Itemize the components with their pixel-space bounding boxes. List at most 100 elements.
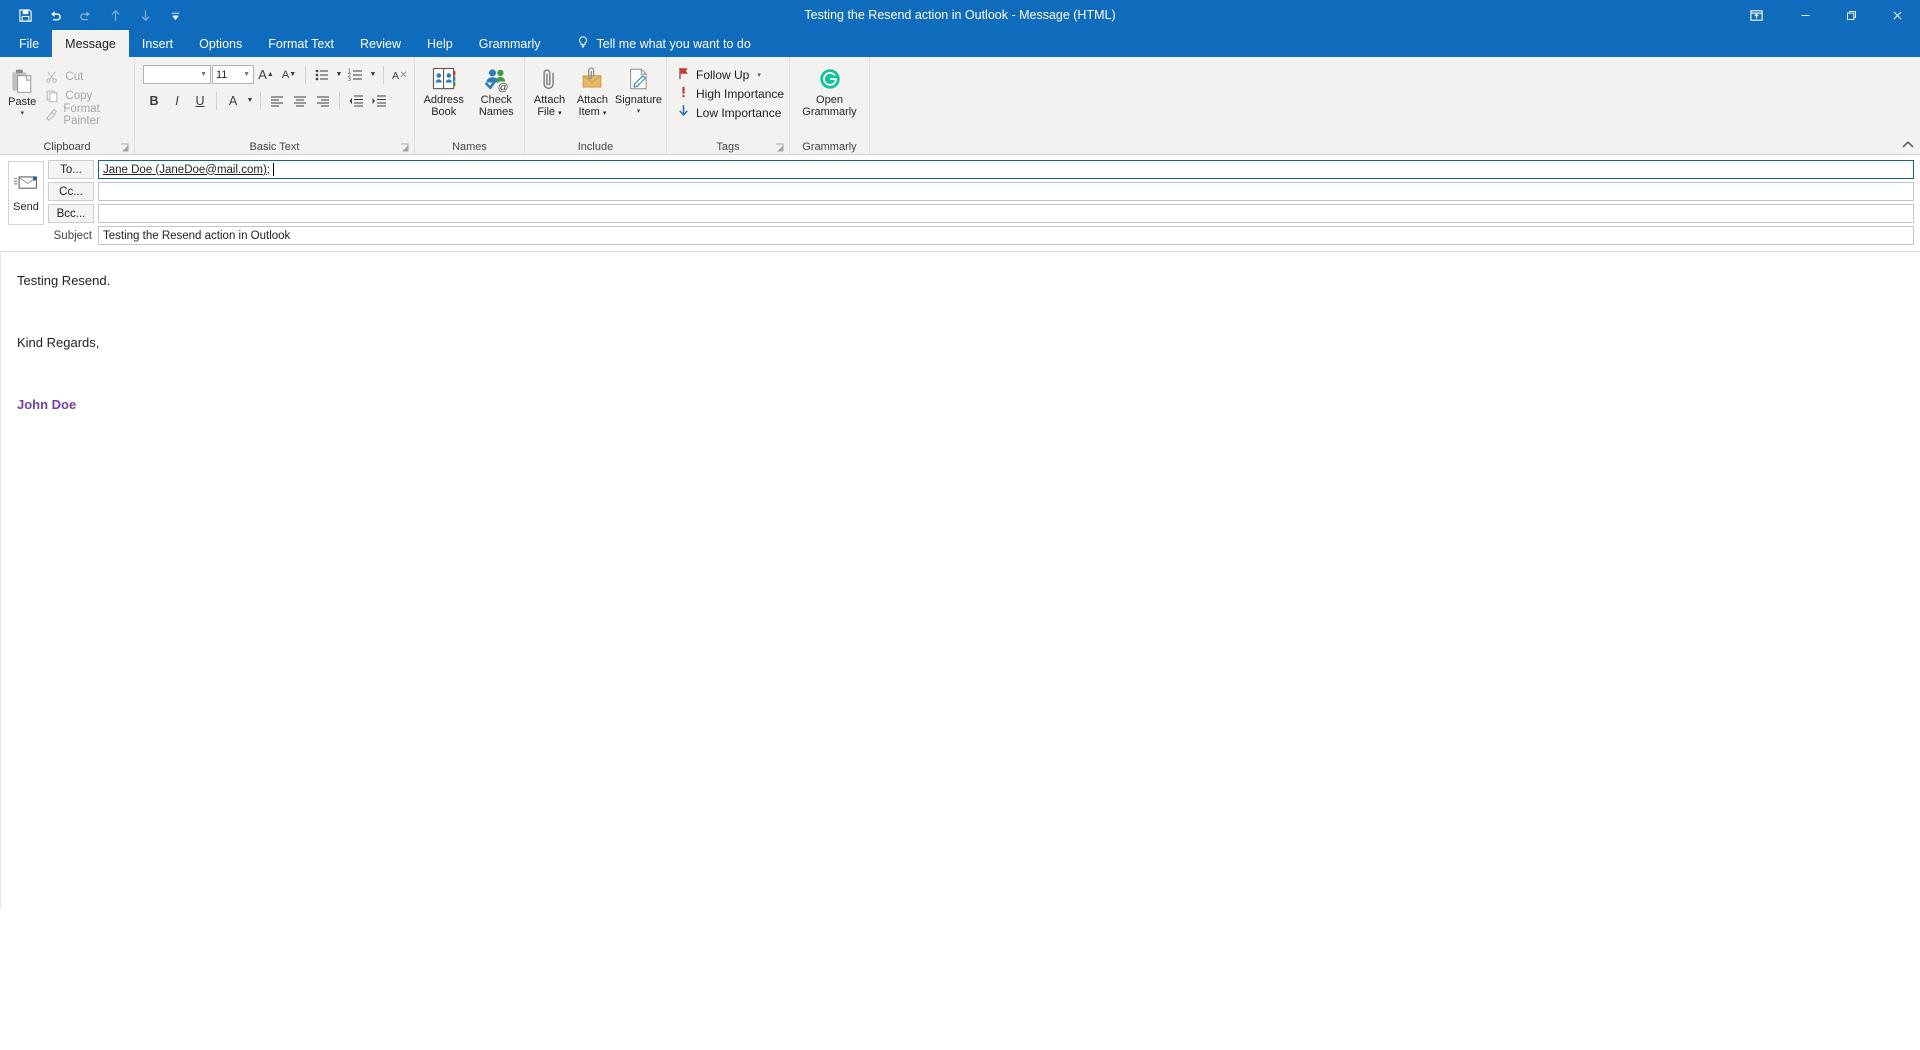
undo-button[interactable] bbox=[40, 2, 70, 28]
arrow-down-icon bbox=[677, 104, 690, 121]
align-right-button[interactable] bbox=[312, 90, 334, 112]
subject-input[interactable]: Testing the Resend action in Outlook bbox=[98, 226, 1914, 245]
minimize-button[interactable] bbox=[1782, 0, 1828, 30]
numbering-caret-icon[interactable]: ▼ bbox=[368, 64, 378, 86]
save-button[interactable] bbox=[10, 2, 40, 28]
group-label-basic-text: Basic Text bbox=[135, 139, 414, 155]
divider bbox=[216, 91, 217, 110]
open-grammarly-line2: Grammarly bbox=[802, 105, 857, 118]
paste-button[interactable]: Paste ▾ bbox=[4, 63, 40, 117]
basic-text-row-2: B I U A ▼ bbox=[143, 89, 390, 112]
send-button[interactable]: Send bbox=[8, 161, 44, 225]
basic-text-dialog-launcher[interactable] bbox=[400, 143, 410, 153]
tab-options[interactable]: Options bbox=[186, 30, 255, 57]
bcc-input[interactable] bbox=[98, 204, 1914, 223]
font-color-caret-icon[interactable]: ▼ bbox=[245, 90, 255, 112]
tab-review[interactable]: Review bbox=[347, 30, 414, 57]
signature-button[interactable]: Signature ▾ bbox=[615, 61, 662, 115]
ribbon-group-include: Attach File ▾ Attach Item ▾ Signature ▾ … bbox=[525, 57, 667, 155]
open-grammarly-line1: Open bbox=[816, 94, 843, 106]
decrease-indent-button[interactable] bbox=[345, 90, 367, 112]
tell-me-label: Tell me what you want to do bbox=[596, 36, 751, 51]
align-center-button[interactable] bbox=[289, 90, 311, 112]
cut-button[interactable]: Cut bbox=[42, 67, 130, 86]
follow-up-label: Follow Up bbox=[696, 67, 750, 82]
address-book-button[interactable]: Address Book bbox=[419, 61, 468, 118]
bcc-button[interactable]: Bcc... bbox=[48, 204, 94, 223]
text-cursor bbox=[273, 163, 274, 176]
shrink-font-button[interactable]: A ▼ bbox=[278, 64, 300, 86]
collapse-ribbon-button[interactable] bbox=[1902, 140, 1914, 152]
check-names-line1: Check bbox=[480, 94, 512, 106]
divider bbox=[339, 91, 340, 110]
cc-button[interactable]: Cc... bbox=[48, 182, 94, 201]
exclamation-icon bbox=[677, 85, 690, 102]
attach-item-line2: Item ▾ bbox=[578, 105, 607, 118]
font-color-button[interactable]: A bbox=[222, 90, 244, 112]
grow-font-button[interactable]: A ▲ bbox=[255, 64, 277, 86]
paste-caret-icon[interactable]: ▾ bbox=[20, 110, 24, 117]
basic-text-row-1: ▼ 11 ▼ A ▲ A ▼ ▼ 123 ▼ A bbox=[143, 63, 411, 86]
underline-button[interactable]: U bbox=[189, 90, 211, 112]
chevron-down-icon: ▾ bbox=[636, 107, 641, 115]
message-body[interactable]: Testing Resend. Kind Regards, John Doe bbox=[0, 252, 1920, 909]
previous-item-button[interactable] bbox=[100, 2, 130, 28]
increase-indent-button[interactable] bbox=[368, 90, 390, 112]
tags-dialog-launcher[interactable] bbox=[775, 143, 785, 153]
recipient-fields: To... Jane Doe (JaneDoe@mail.com); Cc...… bbox=[48, 160, 1914, 245]
tab-grammarly[interactable]: Grammarly bbox=[466, 30, 554, 57]
numbering-button[interactable]: 123 bbox=[345, 64, 367, 86]
tab-format-text[interactable]: Format Text bbox=[255, 30, 347, 57]
bullets-caret-icon[interactable]: ▼ bbox=[334, 64, 344, 86]
tab-file[interactable]: File bbox=[6, 30, 52, 57]
align-left-button[interactable] bbox=[266, 90, 288, 112]
close-button[interactable] bbox=[1874, 0, 1920, 30]
to-input[interactable]: Jane Doe (JaneDoe@mail.com); bbox=[98, 160, 1914, 179]
chevron-down-icon: ▼ bbox=[200, 71, 207, 78]
follow-up-button[interactable]: Follow Up ▾ bbox=[677, 65, 784, 84]
italic-button[interactable]: I bbox=[166, 90, 188, 112]
bcc-row: Bcc... bbox=[48, 204, 1914, 223]
divider bbox=[305, 65, 306, 84]
group-label-include: Include bbox=[577, 141, 614, 153]
signature-line1: Signature bbox=[614, 94, 662, 106]
bold-button[interactable]: B bbox=[143, 90, 165, 112]
subject-value: Testing the Resend action in Outlook bbox=[103, 229, 291, 242]
tab-message[interactable]: Message bbox=[52, 30, 129, 57]
tab-insert[interactable]: Insert bbox=[129, 30, 186, 57]
restore-button[interactable] bbox=[1828, 0, 1874, 30]
tell-me-search[interactable]: Tell me what you want to do bbox=[554, 30, 763, 57]
paintbrush-icon bbox=[44, 107, 58, 123]
body-line-1: Testing Resend. bbox=[17, 273, 111, 288]
attach-item-button[interactable]: Attach Item ▾ bbox=[572, 61, 613, 119]
group-label-tags: Tags bbox=[667, 139, 789, 155]
tab-help[interactable]: Help bbox=[414, 30, 466, 57]
cc-input[interactable] bbox=[98, 182, 1914, 201]
high-importance-button[interactable]: High Importance bbox=[677, 84, 784, 103]
next-item-button[interactable] bbox=[130, 2, 160, 28]
open-grammarly-button[interactable]: Open Grammarly bbox=[794, 61, 865, 118]
clipboard-dialog-launcher[interactable] bbox=[120, 143, 130, 153]
customize-quick-access-toolbar-button[interactable] bbox=[160, 2, 190, 28]
clear-formatting-button[interactable]: A bbox=[389, 64, 411, 86]
signature-icon bbox=[625, 63, 651, 95]
ribbon-tab-strip: File Message Insert Options Format Text … bbox=[0, 30, 1920, 57]
check-names-button[interactable]: @ Check Names bbox=[472, 61, 520, 118]
format-painter-button[interactable]: Format Painter bbox=[42, 103, 130, 127]
check-names-icon: @ bbox=[482, 63, 510, 95]
attach-file-button[interactable]: Attach File ▾ bbox=[529, 61, 570, 119]
font-size-combobox[interactable]: 11 ▼ bbox=[212, 65, 254, 84]
ribbon-display-options-button[interactable] bbox=[1730, 0, 1782, 30]
redo-button[interactable] bbox=[70, 2, 100, 28]
low-importance-button[interactable]: Low Importance bbox=[677, 103, 784, 122]
font-name-combobox[interactable]: ▼ bbox=[143, 65, 211, 84]
to-button[interactable]: To... bbox=[48, 160, 94, 179]
copy-label: Copy bbox=[65, 89, 93, 102]
subject-label: Subject bbox=[53, 229, 92, 242]
svg-text:@: @ bbox=[498, 81, 509, 93]
divider bbox=[260, 91, 261, 110]
bullets-button[interactable] bbox=[311, 64, 333, 86]
window-controls bbox=[1730, 0, 1920, 30]
group-label-grammarly: Grammarly bbox=[802, 141, 857, 153]
chevron-down-icon: ▼ bbox=[243, 71, 250, 78]
